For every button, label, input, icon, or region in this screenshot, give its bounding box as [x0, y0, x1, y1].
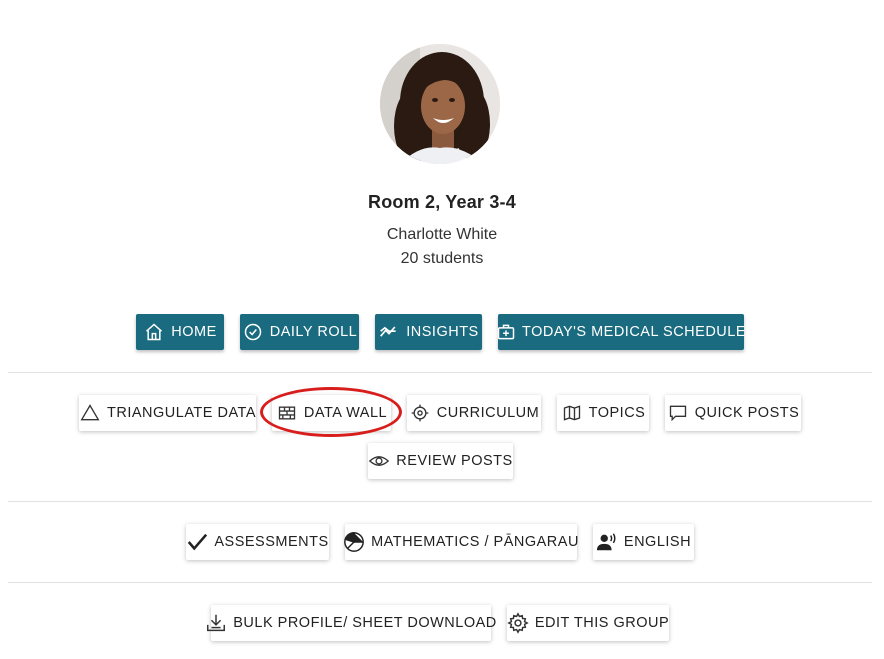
insights-button-label: INSIGHTS [406, 324, 479, 340]
check-circle-icon [242, 321, 264, 343]
daily-roll-button[interactable]: DAILY ROLL [240, 314, 359, 350]
home-button[interactable]: HOME [136, 314, 224, 350]
assessments-button[interactable]: ASSESSMENTS [186, 524, 329, 560]
speaking-person-icon [596, 531, 618, 553]
mathematics-label: MATHEMATICS / PĀNGARAU [371, 534, 579, 550]
checkmark-icon [186, 531, 208, 553]
comment-icon [667, 402, 689, 424]
group-title: Room 2, Year 3-4 [368, 192, 516, 212]
brick-wall-icon [276, 402, 298, 424]
edit-group-label: EDIT THIS GROUP [534, 615, 670, 631]
divider [8, 372, 872, 373]
topics-button[interactable]: TOPICS [557, 395, 649, 431]
english-button[interactable]: ENGLISH [593, 524, 694, 560]
medical-schedule-button-label: TODAY'S MEDICAL SCHEDULE [522, 324, 746, 340]
medical-kit-icon [496, 321, 516, 343]
data-wall-label: DATA WALL [303, 405, 388, 421]
quick-posts-label: QUICK POSTS [694, 405, 800, 421]
english-label: ENGLISH [623, 534, 692, 550]
divider [8, 501, 872, 502]
divider [8, 582, 872, 583]
triangle-icon [79, 402, 101, 424]
bulk-download-button[interactable]: BULK PROFILE/ SHEET DOWNLOAD [207, 605, 496, 641]
topics-label: TOPICS [588, 405, 646, 421]
target-icon [409, 402, 431, 424]
triangulate-data-button[interactable]: TRIANGULATE DATA [79, 395, 256, 431]
daily-roll-button-label: DAILY ROLL [269, 324, 358, 340]
gear-icon [507, 612, 529, 634]
pie-chart-icon [343, 531, 365, 553]
triangulate-data-label: TRIANGULATE DATA [107, 405, 256, 421]
student-count: 20 students [400, 250, 484, 267]
map-icon [561, 402, 583, 424]
teacher-photo [380, 44, 500, 164]
insights-button[interactable]: INSIGHTS [375, 314, 482, 350]
medical-schedule-button[interactable]: TODAY'S MEDICAL SCHEDULE [496, 314, 746, 350]
eye-icon [368, 450, 390, 472]
curriculum-label: CURRICULUM [436, 405, 540, 421]
insights-icon [378, 321, 400, 343]
home-button-label: HOME [171, 324, 217, 340]
quick-posts-button[interactable]: QUICK POSTS [665, 395, 801, 431]
home-icon [143, 321, 165, 343]
mathematics-button[interactable]: MATHEMATICS / PĀNGARAU [343, 524, 579, 560]
review-posts-label: REVIEW POSTS [396, 453, 513, 469]
assessments-label: ASSESSMENTS [214, 534, 329, 550]
bulk-download-label: BULK PROFILE/ SHEET DOWNLOAD [233, 615, 497, 631]
data-wall-button[interactable]: DATA WALL [272, 395, 391, 431]
download-tray-icon [205, 612, 227, 634]
review-posts-button[interactable]: REVIEW POSTS [368, 443, 513, 479]
edit-group-button[interactable]: EDIT THIS GROUP [507, 605, 669, 641]
curriculum-button[interactable]: CURRICULUM [407, 395, 541, 431]
teacher-name: Charlotte White [386, 226, 498, 243]
avatar [380, 44, 500, 164]
